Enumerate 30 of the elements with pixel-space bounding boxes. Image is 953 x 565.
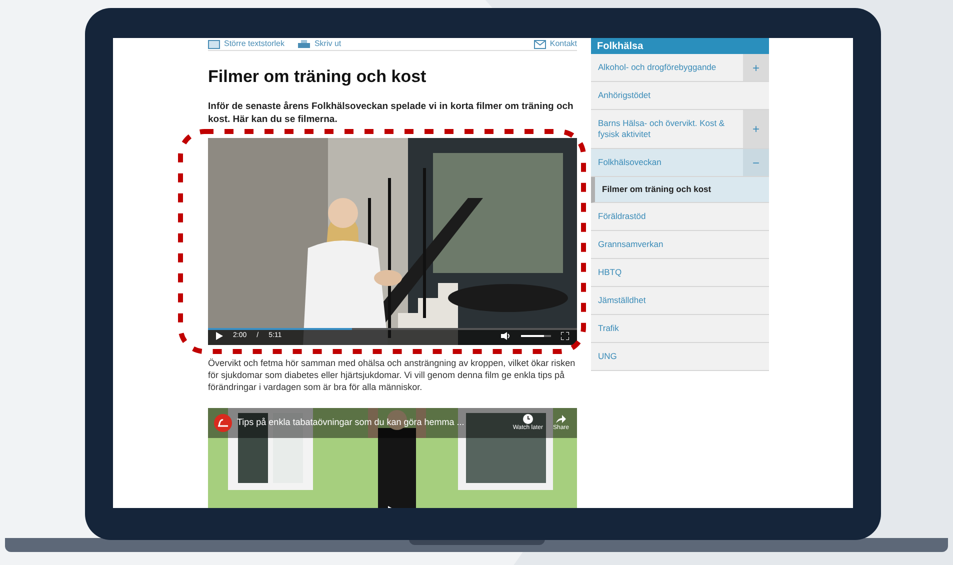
sidebar-header: Folkhälsa [591, 38, 769, 54]
sidebar-item[interactable]: Grannsamverkan [591, 231, 769, 259]
printer-icon [298, 40, 310, 48]
sidebar-item[interactable]: Anhörigstödet [591, 82, 769, 110]
share-icon [556, 414, 566, 424]
sidebar-item[interactable]: Barns Hälsa- och övervikt. Kost & fysisk aktivitet + [591, 110, 769, 149]
toolbar-link[interactable]: Större textstorlek [208, 38, 284, 50]
toggle-button[interactable]: + [743, 54, 769, 81]
page-title: Filmer om träning och kost [208, 66, 428, 88]
sidebar-item[interactable]: Alkohol- och drogförebyggande + [591, 54, 769, 82]
clock-icon [522, 414, 533, 424]
channel-logo-icon [214, 414, 232, 432]
body-text: Övervikt och fetma hör samman med ohälsa och ansträngning av kroppen, vilket ökar risken för sjukdomar som diabetes eller hjärtsjukdomar. Vi vill genom denna film ge enkla tips på förändringar i vardagen som är bra för alla människor. [208, 356, 576, 392]
toggle-button[interactable]: + [743, 110, 769, 148]
sidebar-item[interactable]: Folkhälsoveckan − [591, 149, 769, 177]
speaker-icon[interactable] [501, 332, 511, 340]
sidebar-item[interactable]: Jämställdhet [591, 287, 769, 315]
sidebar-item[interactable]: Trafik [591, 315, 769, 343]
video-title[interactable]: Tips på enkla tabataövningar som du kan göra hemma ... [237, 416, 464, 430]
intro-text: Inför de senaste årens Folkhälsoveckan spelade vi in korta filmer om träning och kost. Här kan du se filmerna. [208, 100, 574, 126]
toolbar-link[interactable]: Skriv ut [298, 38, 342, 50]
text-size-icon [208, 40, 220, 48]
sidebar-subitem[interactable]: Filmer om träning och kost [591, 177, 769, 203]
toggle-button[interactable]: − [743, 149, 769, 176]
sidebar-item[interactable]: UNG [591, 343, 769, 371]
play-icon[interactable] [216, 332, 223, 340]
sidebar-item[interactable]: Föräldrastöd [591, 203, 769, 231]
sidebar-item[interactable]: HBTQ [591, 259, 769, 287]
fullscreen-icon[interactable] [561, 332, 569, 340]
toolbar-link[interactable]: Kontakt [534, 38, 577, 50]
